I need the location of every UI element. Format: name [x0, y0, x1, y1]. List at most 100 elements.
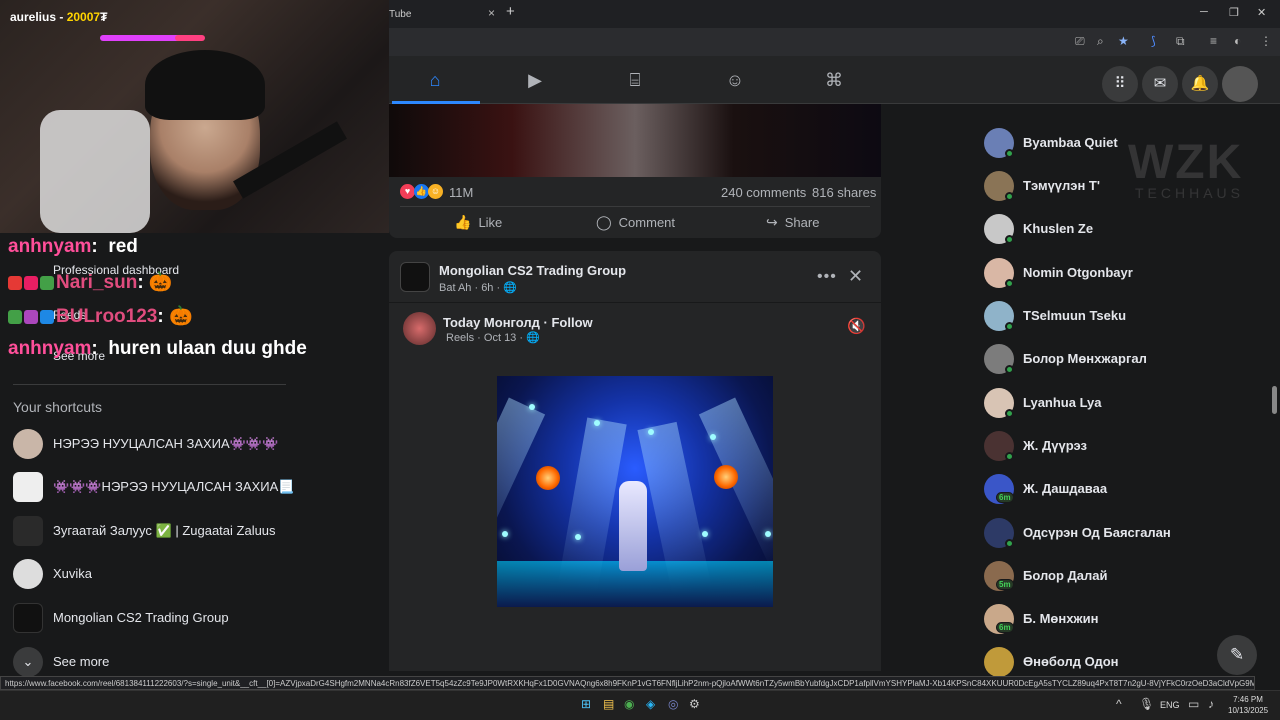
comment-button[interactable]: ◯ Comment: [596, 214, 675, 232]
webcam-overlay: [0, 0, 389, 233]
marketplace-icon[interactable]: ⌸: [624, 70, 646, 92]
mute-icon[interactable]: 🔇: [847, 317, 866, 335]
chat-user: anhnyam: [8, 236, 92, 257]
start-icon[interactable]: ⊞: [581, 697, 591, 711]
contact-name: Ж. Дашдаваа: [1023, 481, 1108, 496]
new-message-icon[interactable]: ✎: [1217, 635, 1257, 675]
menu-icon[interactable]: ⋮: [1260, 34, 1272, 48]
tray-expand-icon[interactable]: ^: [1116, 697, 1122, 711]
bookmark-star-icon[interactable]: ★: [1118, 34, 1129, 48]
comment-count[interactable]: 240 comments: [721, 185, 806, 200]
contact-name: TSelmuun Tseku: [1023, 308, 1127, 323]
scrollbar-thumb[interactable]: [1272, 386, 1277, 414]
account-avatar[interactable]: [1222, 66, 1258, 102]
clock[interactable]: 7:46 PM 10/13/2025: [1228, 694, 1268, 716]
volume-icon[interactable]: ♪: [1208, 697, 1214, 711]
contact-item[interactable]: TSelmuun Tseku: [984, 301, 1264, 333]
video-icon[interactable]: ▶: [524, 70, 546, 92]
settings-icon[interactable]: ⚙: [689, 697, 700, 711]
post-media[interactable]: [389, 104, 881, 177]
browser-tab[interactable]: Tube ×: [389, 3, 501, 25]
shortcut-item[interactable]: Зугаатай Залуус ✅ | Zugaatai Zaluus: [13, 516, 313, 548]
cast-icon[interactable]: ⎚: [1075, 34, 1085, 49]
groups-icon[interactable]: ☺: [724, 70, 746, 92]
maximize-icon[interactable]: ❐: [1229, 6, 1239, 19]
post-divider: [389, 302, 881, 303]
file-explorer-icon[interactable]: ▤: [603, 697, 614, 711]
puzzle-icon[interactable]: ⧉: [1176, 34, 1185, 49]
group-avatar[interactable]: [400, 262, 430, 292]
link-status-bar: https://www.facebook.com/reel/6813841112…: [0, 676, 1255, 690]
stage-orb: [536, 466, 560, 490]
online-indicator: [1005, 409, 1014, 418]
contact-item[interactable]: 6m Ж. Дашдаваа: [984, 474, 1264, 506]
minimize-icon[interactable]: ─: [1200, 6, 1208, 18]
more-options-icon[interactable]: •••: [817, 268, 837, 286]
shortcut-avatar: [13, 472, 43, 502]
contact-item[interactable]: Тэмүүлэн Т': [984, 171, 1264, 203]
see-more-button[interactable]: See more: [53, 654, 109, 669]
steam-icon[interactable]: ◈: [646, 697, 655, 711]
chat-text: huren ulaan duu ghde: [108, 338, 307, 359]
clock-time: 7:46 PM: [1233, 695, 1263, 704]
close-window-icon[interactable]: ✕: [1257, 6, 1266, 19]
like-button[interactable]: 👍 Like: [454, 214, 502, 232]
contact-item[interactable]: Болор Мөнхжаргал: [984, 344, 1264, 376]
network-icon[interactable]: ▭: [1188, 697, 1199, 711]
chat-text: 🎃: [168, 306, 193, 327]
contact-item[interactable]: Lyanhua Lya: [984, 388, 1264, 420]
contact-avatar: [984, 647, 1014, 677]
chat-message: anhnyam: huren ulaan duu ghde: [8, 338, 307, 359]
language-indicator[interactable]: ENG: [1160, 700, 1180, 710]
shortcut-label: 👾👾👾НЭРЭЭ НУУЦАЛСАН ЗАХИА📃: [53, 479, 295, 494]
new-tab-icon[interactable]: +: [506, 3, 515, 20]
shortcut-item[interactable]: НЭРЭЭ НУУЦАЛСАН ЗАХИА👾👾👾: [13, 429, 313, 461]
profile-icon[interactable]: ◐: [1234, 34, 1241, 48]
chat-badge: [24, 275, 38, 290]
chrome-icon[interactable]: ◉: [624, 697, 634, 711]
close-icon[interactable]: ✕: [848, 266, 863, 287]
shortcut-item[interactable]: Mongolian CS2 Trading Group: [13, 603, 313, 635]
shortcut-item[interactable]: Xuvika: [13, 559, 313, 591]
home-icon[interactable]: ⌂: [424, 70, 446, 92]
contact-item[interactable]: 5m Болор Далай: [984, 561, 1264, 593]
chevron-down-icon[interactable]: ⌄: [13, 647, 43, 677]
chat-badge: [24, 309, 38, 324]
shortcut-avatar: [13, 429, 43, 459]
online-indicator: [1005, 235, 1014, 244]
reel-video[interactable]: [497, 376, 773, 607]
group-name[interactable]: Mongolian CS2 Trading Group: [439, 263, 626, 278]
microphone-icon[interactable]: 🎙: [1139, 697, 1154, 711]
page-name[interactable]: Today Монголд · Follow: [443, 315, 593, 330]
share-count[interactable]: 816 shares: [812, 185, 876, 200]
stage-orb: [714, 465, 738, 489]
gaming-icon[interactable]: ⌘: [823, 70, 845, 92]
shortcut-avatar: [13, 516, 43, 546]
stage-spotlight: [502, 531, 508, 537]
contact-item[interactable]: Nomin Otgonbayr: [984, 258, 1264, 290]
contact-item[interactable]: Ж. Дүүрэз: [984, 431, 1264, 463]
shortcut-item[interactable]: 👾👾👾НЭРЭЭ НУУЦАЛСАН ЗАХИА📃: [13, 472, 313, 504]
menu-grid-icon[interactable]: ⠿: [1102, 66, 1138, 102]
messenger-icon[interactable]: ✉: [1142, 66, 1178, 102]
reaction-count[interactable]: 11M: [449, 185, 473, 200]
chat-message: anhnyam: red: [8, 236, 138, 257]
streamer-hair: [145, 50, 265, 120]
page-avatar[interactable]: [403, 312, 436, 345]
contact-item[interactable]: Одсүрэн Од Баясгалан: [984, 518, 1264, 550]
tab-close-icon[interactable]: ×: [488, 6, 495, 20]
share-button[interactable]: ↪ Share: [766, 214, 819, 232]
extension-icon[interactable]: ⟆: [1151, 34, 1156, 48]
chat-message: Nari_sun: 🎃: [8, 270, 173, 294]
streamer-label: aurelius - 20007₮: [10, 10, 108, 24]
stage-spotlight: [529, 404, 535, 410]
contact-item[interactable]: Byambaa Quiet: [984, 128, 1264, 160]
shortcuts-heading: Your shortcuts: [13, 399, 102, 415]
contact-item[interactable]: 6m Б. Мөнхжин: [984, 604, 1264, 636]
notifications-icon[interactable]: 🔔: [1182, 66, 1218, 102]
chat-user: BULroo123: [56, 306, 158, 327]
zoom-icon[interactable]: ⌕: [1097, 34, 1104, 49]
discord-icon[interactable]: ◎: [668, 697, 678, 711]
contact-item[interactable]: Khuslen Ze: [984, 214, 1264, 246]
playlist-icon[interactable]: ≡: [1210, 34, 1217, 48]
